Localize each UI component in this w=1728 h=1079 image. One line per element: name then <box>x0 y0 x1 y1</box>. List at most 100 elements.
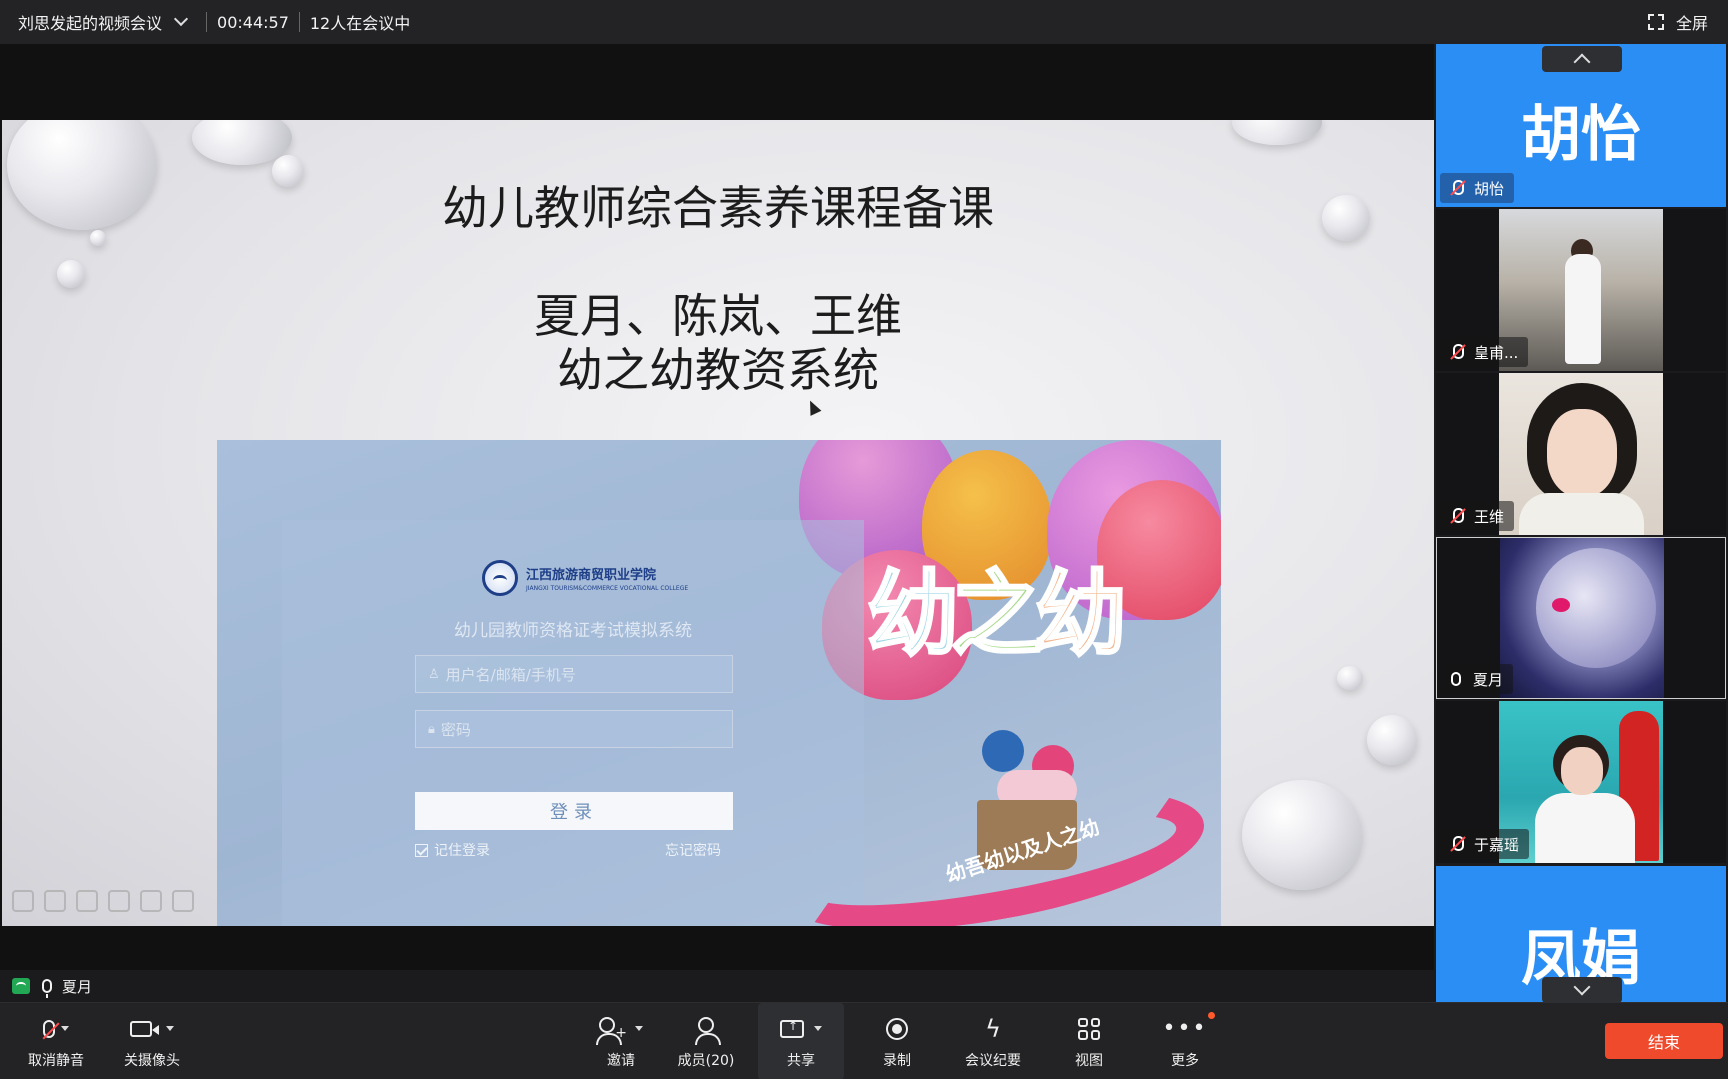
unmute-button[interactable]: 取消静音 <box>14 1003 98 1079</box>
minutes-label: 会议纪要 <box>965 1052 1021 1069</box>
mic-icon <box>1451 672 1461 686</box>
school-name: 江西旅游商贸职业学院 <box>526 568 657 583</box>
login-card: 江西旅游商贸职业学院 JIANGXI TOURISM&COMMERCE VOCA… <box>282 520 864 926</box>
school-name-en: JIANGXI TOURISM&COMMERCE VOCATIONAL COLL… <box>526 585 689 592</box>
art-char: 幼 <box>865 560 960 670</box>
fullscreen-button[interactable]: 全屏 <box>1647 10 1708 34</box>
user-icon: ♙ <box>428 666 440 682</box>
meeting-toolbar: 取消静音 关摄像头 + 邀请 成员(20) 共享 录制 ϟ 会议纪要 视图 ••… <box>0 1002 1728 1079</box>
fullscreen-label: 全屏 <box>1675 14 1708 33</box>
mouse-cursor-icon <box>804 398 822 416</box>
username-placeholder: 用户名/邮箱/手机号 <box>445 665 576 684</box>
participant-video <box>1499 373 1663 535</box>
active-speaker-name: 夏月 <box>62 977 93 996</box>
presentation-slide: 幼儿教师综合素养课程备课 夏月、陈岚、王维 幼之幼教资系统 江西旅游商贸职业学院… <box>2 120 1434 926</box>
remember-label: 记住登录 <box>434 843 490 859</box>
record-icon <box>886 1017 908 1040</box>
share-button[interactable]: 共享 <box>758 1003 844 1079</box>
more-icon: ••• <box>1162 1015 1208 1041</box>
view-label: 视图 <box>1075 1052 1103 1069</box>
shared-screen-area[interactable]: 幼儿教师综合素养课程备课 夏月、陈岚、王维 幼之幼教资系统 江西旅游商贸职业学院… <box>0 44 1434 971</box>
caret-down-icon[interactable] <box>61 1026 69 1031</box>
highlighter-icon[interactable] <box>44 890 66 912</box>
chevron-down-icon <box>1573 978 1591 996</box>
top-bar: 刘思发起的视频会议 00:44:57 12人在会议中 全屏 <box>0 0 1728 44</box>
mic-muted-icon <box>1450 344 1464 360</box>
art-char: 之 <box>950 560 1045 670</box>
notification-dot <box>1208 1011 1216 1019</box>
meeting-timer: 00:44:57 <box>217 12 289 32</box>
participant-name: 王维 <box>1474 507 1505 526</box>
participant-count[interactable]: 12人在会议中 <box>310 10 410 34</box>
participant-label: 于嘉瑶 <box>1440 829 1530 859</box>
more-button[interactable]: ••• 更多 <box>1150 1003 1220 1079</box>
pointer-icon[interactable] <box>140 890 162 912</box>
participant-tile[interactable]: 皇甫... <box>1436 209 1726 371</box>
caret-down-icon[interactable] <box>635 1026 643 1031</box>
login-system-title: 幼儿园教师资格证考试模拟系统 <box>454 621 692 641</box>
password-placeholder: 密码 <box>440 720 471 739</box>
divider <box>298 12 300 32</box>
school-emblem-icon <box>482 560 518 596</box>
mic-muted-icon <box>43 1019 55 1038</box>
water-drop-decoration <box>1232 120 1322 145</box>
ai-minutes-icon: ϟ <box>985 1014 1001 1043</box>
scroll-up-button[interactable] <box>1542 46 1622 72</box>
login-page-screenshot: 江西旅游商贸职业学院 JIANGXI TOURISM&COMMERCE VOCA… <box>217 440 1221 926</box>
participant-name: 胡怡 <box>1474 179 1505 198</box>
participant-tile[interactable]: 王维 <box>1436 373 1726 535</box>
participant-label: 夏月 <box>1441 664 1514 694</box>
invite-button[interactable]: + 邀请 <box>586 1003 656 1079</box>
remember-login: 记住登录 <box>415 840 490 860</box>
checkbox-icon <box>415 843 428 857</box>
record-button[interactable]: 录制 <box>862 1003 932 1079</box>
mic-muted-icon <box>1450 508 1464 524</box>
mic-muted-icon <box>1450 836 1464 852</box>
camera-off-button[interactable]: 关摄像头 <box>110 1003 194 1079</box>
meeting-title: 刘思发起的视频会议 <box>18 14 163 33</box>
water-drop-decoration <box>1367 715 1417 765</box>
caret-down-icon[interactable] <box>166 1026 174 1031</box>
participant-name: 于嘉瑶 <box>1474 835 1520 854</box>
scroll-down-button[interactable] <box>1542 977 1622 1003</box>
view-button[interactable]: 视图 <box>1054 1003 1124 1079</box>
annotation-toolbar <box>12 890 194 912</box>
pen-icon[interactable] <box>12 890 34 912</box>
unmute-label: 取消静音 <box>28 1052 84 1069</box>
participant-label: 王维 <box>1440 501 1515 531</box>
lock-icon: 🔒︎ <box>428 721 435 737</box>
members-icon <box>695 1016 721 1045</box>
camera-icon <box>130 1020 159 1037</box>
meeting-title-dropdown[interactable]: 刘思发起的视频会议 <box>0 10 189 34</box>
add-user-icon: + <box>596 1016 627 1045</box>
eraser-icon[interactable] <box>108 890 130 912</box>
end-meeting-button[interactable]: 结束 <box>1605 1023 1723 1059</box>
participant-avatar-text: 胡怡 <box>1521 100 1641 170</box>
password-input: 🔒︎ 密码 <box>415 710 733 748</box>
participant-tile[interactable]: 于嘉瑶 <box>1436 701 1726 863</box>
username-input: ♙ 用户名/邮箱/手机号 <box>415 655 733 693</box>
chevron-down-icon <box>173 11 189 27</box>
participant-label: 胡怡 <box>1440 173 1515 203</box>
fullscreen-icon <box>1647 14 1664 30</box>
forgot-password-link: 忘记密码 <box>665 843 721 859</box>
palette-icon[interactable] <box>76 890 98 912</box>
divider <box>206 12 208 32</box>
invite-label: 邀请 <box>607 1052 635 1069</box>
caret-down-icon[interactable] <box>814 1026 822 1031</box>
slide-title: 幼儿教师综合素养课程备课 <box>442 181 994 235</box>
share-screen-icon <box>780 1019 804 1038</box>
screen-annotation-icon[interactable] <box>172 890 194 912</box>
share-label: 共享 <box>787 1052 815 1069</box>
chevron-up-icon <box>1573 53 1591 71</box>
slide-system-name: 幼之幼教资系统 <box>557 343 879 397</box>
brand-artwork-text: 幼之幼 <box>865 540 1129 673</box>
participants-panel: 胡怡 胡怡 皇甫... 王维 夏月 于嘉瑶 凤娟 <box>1434 44 1728 1003</box>
mic-icon <box>42 979 52 998</box>
meeting-minutes-button[interactable]: ϟ 会议纪要 <box>955 1003 1031 1079</box>
camera-off-label: 关摄像头 <box>124 1052 180 1069</box>
art-char: 幼 <box>1034 560 1129 670</box>
members-button[interactable]: 成员(20) <box>670 1003 742 1079</box>
grid-view-icon <box>1078 1017 1100 1040</box>
participant-tile-active[interactable]: 夏月 <box>1436 537 1726 699</box>
